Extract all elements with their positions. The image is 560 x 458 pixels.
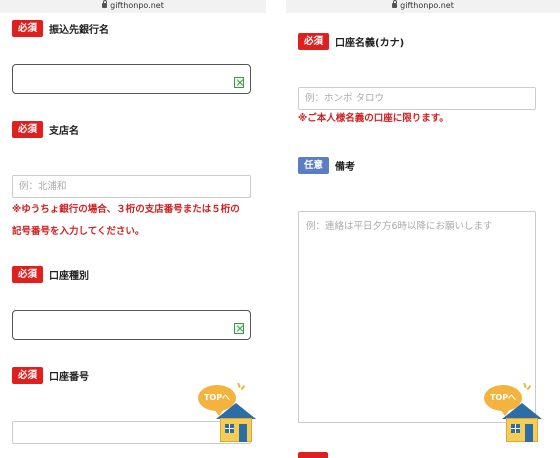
sparkle-icon [523,382,531,391]
branch-note-line-1: ※ゆうちょ銀行の場合、３桁の支店番号または５桁の [12,204,240,215]
required-badge: 必須 [298,33,330,50]
branch-name-input[interactable]: 例：北浦和 [12,175,251,198]
url-bar[interactable]: gifthonpo.net [286,0,560,13]
broken-image-icon [234,77,244,88]
holder-note: ※ご本人様名義の口座に限ります。 [298,113,449,124]
account-holder-label-row: 必須 口座名義(カナ) [298,33,404,50]
right-screen: gifthonpo.net 必須 口座名義(カナ) 例：ホンポ タロウ ※ご本人… [286,0,560,458]
required-badge: 必須 [12,121,44,138]
lock-icon [392,0,398,8]
branch-name-label: 支店名 [49,126,80,137]
branch-note-line-2: 記号番号を入力してください。 [12,226,145,237]
account-holder-label: 口座名義(カナ) [335,38,405,49]
url-text: gifthonpo.net [400,1,454,10]
bank-name-label-row: 必須 振込先銀行名 [12,20,109,37]
account-number-label: 口座番号 [49,372,90,383]
broken-image-icon [234,323,244,334]
house-window [511,424,520,433]
panel-divider [266,0,286,458]
optional-badge: 任意 [298,157,330,174]
top-button[interactable]: TOPへ [484,382,546,443]
house-door [239,424,247,442]
remarks-label: 備考 [335,162,356,173]
house-roof-icon [502,403,542,419]
branch-note: ※ゆうちょ銀行の場合、３桁の支店番号または５桁の 記号番号を入力してください。 [12,199,262,243]
remarks-label-row: 任意 備考 [298,157,355,174]
branch-name-label-row: 必須 支店名 [12,121,79,138]
required-badge: 必須 [12,367,44,384]
house-icon [220,418,252,442]
house-window [225,424,234,433]
account-type-select[interactable] [12,310,251,340]
top-button[interactable]: TOPへ [198,382,260,443]
sparkle-icon [237,382,245,391]
account-type-label-row: 必須 口座種別 [12,266,89,283]
next-required-badge-partial [298,452,328,458]
house-door [525,424,533,442]
account-number-label-row: 必須 口座番号 [12,367,89,384]
url-text: gifthonpo.net [110,1,164,10]
account-type-label: 口座種別 [49,271,90,282]
lock-icon [102,0,108,8]
house-roof-icon [216,403,256,419]
account-holder-input[interactable]: 例：ホンポ タロウ [298,87,536,110]
bank-name-select[interactable] [12,64,251,94]
url-bar[interactable]: gifthonpo.net [0,0,266,13]
left-screen: gifthonpo.net 必須 振込先銀行名 必須 支店名 例：北浦和 ※ゆう… [0,0,266,458]
required-badge: 必須 [12,266,44,283]
required-badge: 必須 [12,20,44,37]
house-icon [506,418,538,442]
bank-name-label: 振込先銀行名 [49,25,110,36]
